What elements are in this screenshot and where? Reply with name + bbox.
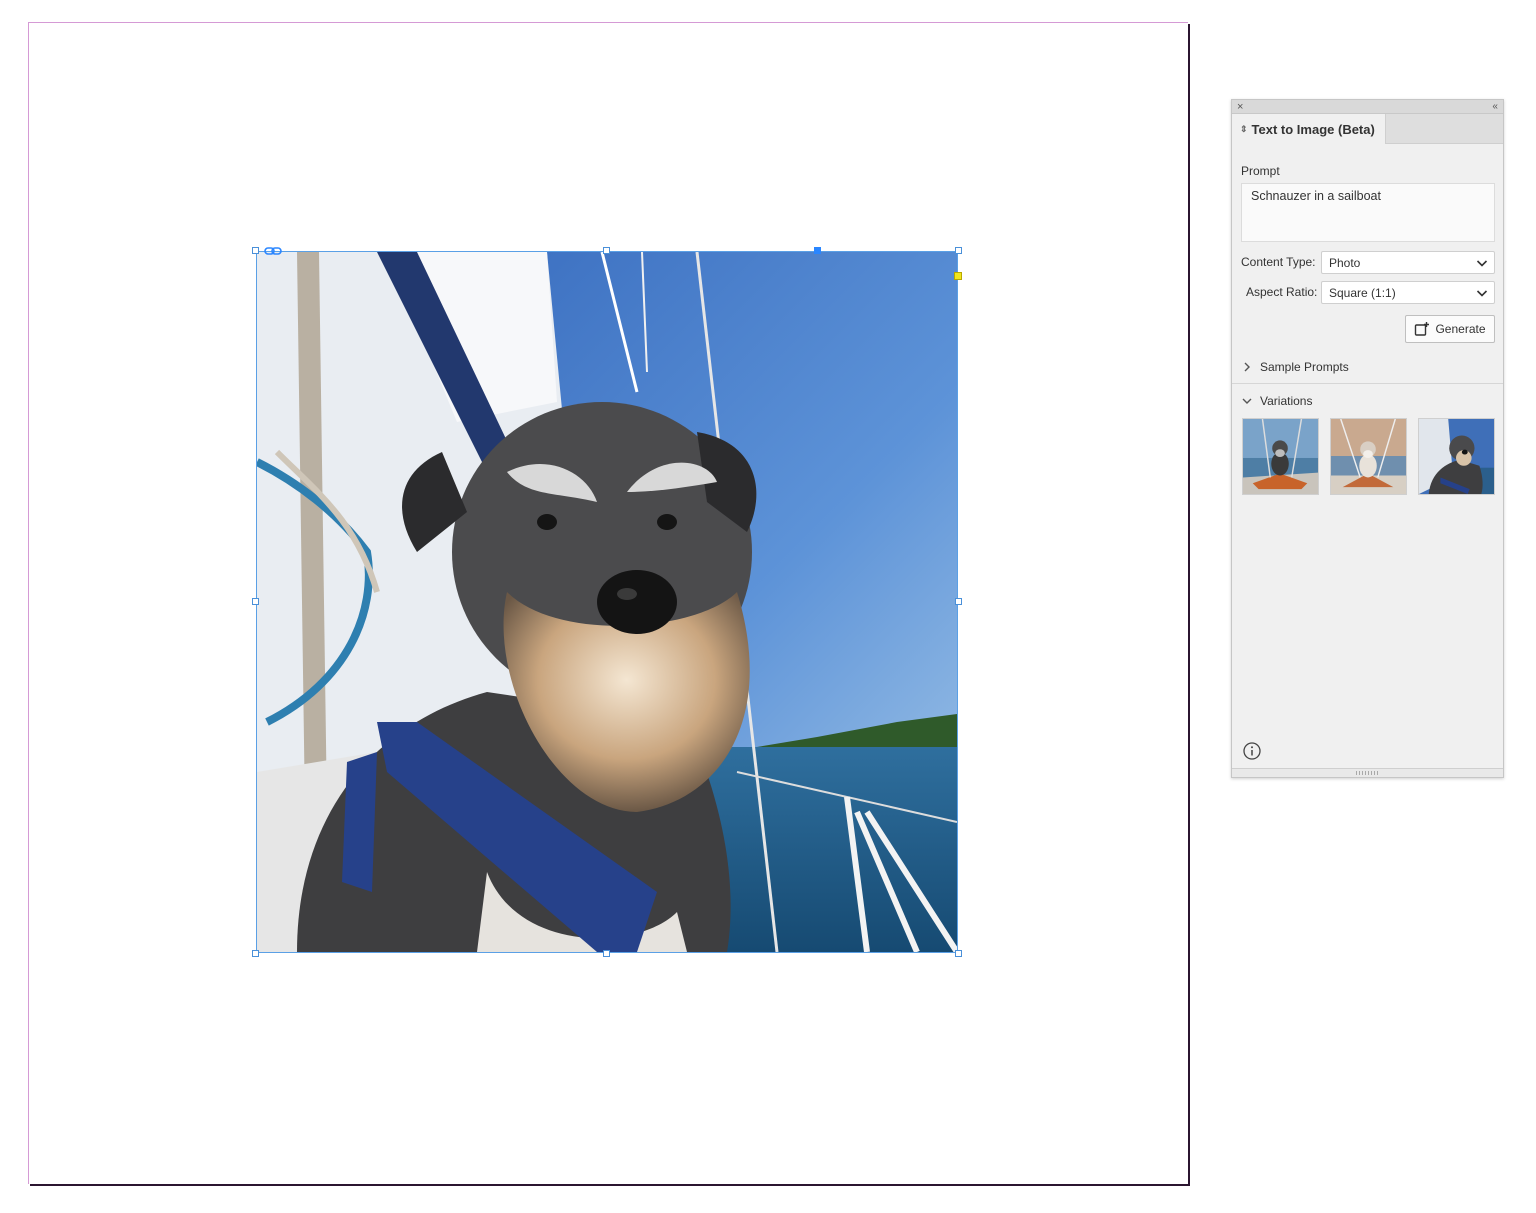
prompt-input[interactable]: Schnauzer in a sailboat [1241,183,1495,242]
text-to-image-panel: × ‹‹ ⇕ Text to Image (Beta) Prompt Schna… [1231,99,1504,778]
image-frame[interactable] [252,247,962,957]
variation-thumbnail-2[interactable] [1330,418,1407,495]
sample-prompts-label: Sample Prompts [1260,360,1349,374]
prompt-label: Prompt [1241,164,1280,178]
aspect-ratio-select[interactable]: Square (1:1) [1321,281,1495,304]
chevron-right-icon [1244,362,1250,372]
handle-bottom-left[interactable] [252,950,259,957]
variations-label: Variations [1260,394,1313,408]
live-corner-handle[interactable] [954,272,962,280]
content-type-label: Content Type: [1241,255,1316,269]
handle-middle-right[interactable] [955,598,962,605]
variations-toggle[interactable]: Variations [1242,394,1312,408]
generate-button[interactable]: Generate [1405,315,1495,343]
generate-icon [1415,322,1430,336]
panel-tab-strip: ⇕ Text to Image (Beta) [1232,114,1503,144]
content-type-select[interactable]: Photo [1321,251,1495,274]
chevron-down-icon [1476,260,1488,267]
generate-label: Generate [1435,322,1486,336]
content-grabber-handle[interactable] [814,247,821,254]
handle-bottom-right[interactable] [955,950,962,957]
panel-title-bar[interactable]: × ‹‹ [1232,100,1503,114]
info-icon[interactable] [1243,742,1261,760]
variations-grid [1242,418,1495,495]
handle-bottom-center[interactable] [603,950,610,957]
collapse-icon[interactable]: ‹‹ [1492,100,1498,114]
updown-arrows-icon: ⇕ [1240,123,1248,134]
handle-top-left[interactable] [252,247,259,254]
chevron-down-icon [1476,290,1488,297]
handle-top-center[interactable] [603,247,610,254]
tab-title: Text to Image (Beta) [1251,121,1375,137]
tab-text-to-image[interactable]: ⇕ Text to Image (Beta) [1232,114,1386,144]
aspect-ratio-value: Square (1:1) [1329,286,1396,300]
chevron-down-icon [1242,398,1252,404]
grip-dots-icon [1356,771,1378,775]
variation-thumbnail-3[interactable] [1418,418,1495,495]
panel-resize-grip[interactable] [1232,768,1503,777]
variation-thumbnail-1[interactable] [1242,418,1319,495]
sample-prompts-toggle[interactable]: Sample Prompts [1242,360,1349,374]
close-icon[interactable]: × [1237,100,1243,114]
content-type-value: Photo [1329,256,1361,270]
link-icon[interactable] [264,245,282,257]
handle-middle-left[interactable] [252,598,259,605]
section-divider [1232,383,1503,384]
aspect-ratio-label: Aspect Ratio: [1246,285,1318,299]
handle-top-right[interactable] [955,247,962,254]
schnauzer-sailboat-photo[interactable] [256,251,958,953]
